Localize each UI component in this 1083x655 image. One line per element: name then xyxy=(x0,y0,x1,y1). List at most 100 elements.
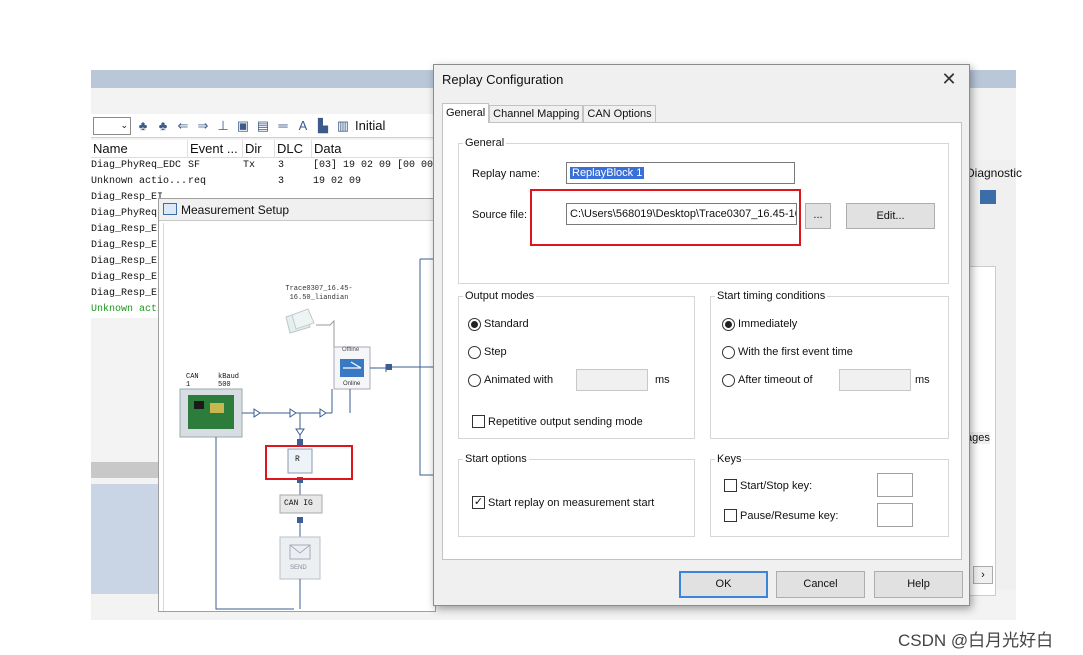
trace-file-label-line2: 16.50_liandian xyxy=(289,294,349,302)
measurement-setup-canvas: Trace0307_16.45- 16.50_liandian Offline … xyxy=(163,223,438,611)
folder-icon[interactable]: ▣ xyxy=(235,118,251,134)
help-button[interactable]: Help xyxy=(874,571,963,598)
pause-resume-label: Pause/Resume key: xyxy=(740,510,839,522)
forward-arrow-icon[interactable]: ⇒ xyxy=(195,118,211,134)
filter-alt-icon[interactable]: ♣ xyxy=(155,118,171,134)
row-dlc: 3 xyxy=(278,160,285,171)
background-panel xyxy=(91,484,158,594)
csdn-watermark: CSDN @白月光好白 xyxy=(898,631,1054,650)
repetitive-checkbox[interactable] xyxy=(472,415,485,428)
general-group-title: General xyxy=(465,137,505,149)
start-stop-label: Start/Stop key: xyxy=(740,480,813,492)
scrollbar-strip[interactable] xyxy=(91,462,158,478)
initial-label[interactable]: Initial xyxy=(355,118,385,133)
right-background-panel: Diagnostic ages › xyxy=(966,160,1022,596)
repetitive-label: Repetitive output sending mode xyxy=(488,416,643,428)
send-label[interactable]: SEND xyxy=(290,565,307,571)
timeout-ms-unit: ms xyxy=(915,374,930,386)
tab-general[interactable]: General xyxy=(442,103,490,123)
layout-icon[interactable]: ═ xyxy=(275,118,291,134)
browse-button[interactable]: ... xyxy=(805,203,831,229)
replay-name-label: Replay name: xyxy=(472,168,540,180)
measurement-setup-icon xyxy=(163,203,177,215)
row-name: Unknown actio... xyxy=(91,176,188,187)
col-dir[interactable]: Dir xyxy=(243,140,275,157)
row-dir xyxy=(243,174,278,190)
start-timing-group: Start timing conditions xyxy=(710,290,949,439)
start-stop-key-input[interactable] xyxy=(877,473,913,497)
col-data[interactable]: Data xyxy=(312,140,436,157)
first-event-radio[interactable] xyxy=(722,346,735,359)
cancel-button[interactable]: Cancel xyxy=(776,571,865,598)
start-options-group: Start options xyxy=(458,453,695,537)
immediately-label: Immediately xyxy=(738,318,798,330)
color-icon[interactable]: ▙ xyxy=(315,118,331,134)
tab-channel-mapping[interactable]: Channel Mapping xyxy=(489,105,584,123)
kbaud-value: 500 xyxy=(218,381,231,389)
animated-radio[interactable] xyxy=(468,374,481,387)
col-event[interactable]: Event ... xyxy=(188,140,243,157)
keys-title: Keys xyxy=(717,453,742,465)
trace-file-label: Trace0307_16.45- 16.50_liandian xyxy=(264,285,374,303)
marker-icon[interactable]: ⊥ xyxy=(215,118,231,134)
diagnostics-label: Diagnostic xyxy=(966,166,1023,180)
window-icon[interactable] xyxy=(980,190,996,204)
filter-icon[interactable]: ♣ xyxy=(135,118,151,134)
ok-button[interactable]: OK xyxy=(679,571,768,598)
offline-label: Offline xyxy=(342,347,360,353)
standard-label: Standard xyxy=(484,318,529,330)
folder-dropdown-icon[interactable]: ▤ xyxy=(255,118,271,134)
row-event: SF xyxy=(188,160,201,171)
columns-icon[interactable]: ▥ xyxy=(335,118,351,134)
standard-radio[interactable] xyxy=(468,318,481,331)
first-event-label: With the first event time xyxy=(738,346,853,358)
can-label: CAN xyxy=(186,373,199,381)
filter-combo[interactable]: ⌄ xyxy=(93,116,131,135)
start-replay-label: Start replay on measurement start xyxy=(488,497,655,509)
start-timing-title: Start timing conditions xyxy=(717,290,826,302)
start-options-title: Start options xyxy=(465,453,527,465)
edit-button[interactable]: Edit... xyxy=(846,203,935,229)
animated-ms-unit: ms xyxy=(655,374,670,386)
back-arrow-icon[interactable]: ⇐ xyxy=(175,118,191,134)
measurement-setup-window: Measurement Setup Trace0307_16.45- 16.50… xyxy=(158,198,438,612)
kbaud-label: kBaud 500 xyxy=(218,373,239,389)
keys-group: Keys xyxy=(710,453,949,537)
measurement-setup-title-bar: Measurement Setup xyxy=(159,199,435,221)
table-row[interactable]: Unknown actio... req 3 19 02 09 xyxy=(91,174,436,190)
font-icon[interactable]: A xyxy=(295,118,311,134)
can-channel-label: CAN 1 xyxy=(186,373,199,389)
step-radio[interactable] xyxy=(468,346,481,359)
dialog-title: Replay Configuration xyxy=(442,72,564,87)
start-replay-checkbox[interactable]: ✓ xyxy=(472,496,485,509)
row-dir: Tx xyxy=(243,160,256,171)
immediately-radio[interactable] xyxy=(722,318,735,331)
trace-file-icon xyxy=(285,308,354,352)
pause-resume-checkbox[interactable] xyxy=(724,509,737,522)
replay-name-input[interactable]: ReplayBlock 1 xyxy=(566,162,795,184)
col-dlc[interactable]: DLC xyxy=(275,140,312,157)
general-tab-panel: General Replay name: ReplayBlock 1 Sourc… xyxy=(442,122,962,560)
row-data: [03] 19 02 09 [00 00 ( xyxy=(313,160,436,171)
kbaud-text: kBaud xyxy=(218,373,240,381)
start-stop-checkbox[interactable] xyxy=(724,479,737,492)
source-file-highlight xyxy=(530,189,801,246)
measurement-setup-title: Measurement Setup xyxy=(181,203,290,217)
tab-can-options[interactable]: CAN Options xyxy=(583,105,656,123)
animated-ms-input[interactable] xyxy=(576,369,648,391)
pause-resume-key-input[interactable] xyxy=(877,503,913,527)
replay-configuration-dialog: Replay Configuration ✕ General Channel M… xyxy=(433,64,970,606)
scroll-right-button[interactable]: › xyxy=(973,566,993,584)
col-name[interactable]: Name xyxy=(91,140,188,157)
after-timeout-radio[interactable] xyxy=(722,374,735,387)
trace-header: Name Event ... Dir DLC Data xyxy=(91,140,436,158)
can-interface-card xyxy=(179,388,243,438)
can-ig-label[interactable]: CAN IG xyxy=(284,499,313,508)
timeout-ms-input[interactable] xyxy=(839,369,911,391)
close-icon[interactable]: ✕ xyxy=(937,68,961,90)
table-row[interactable]: Diag_PhyReq_EDC SF Tx 3 [03] 19 02 09 [0… xyxy=(91,158,436,174)
trace-file-label-line1: Trace0307_16.45- xyxy=(285,285,353,293)
send-block xyxy=(279,536,321,580)
measurement-diagram xyxy=(179,258,438,610)
row-name: Diag_PhyReq_EDC xyxy=(91,160,182,171)
